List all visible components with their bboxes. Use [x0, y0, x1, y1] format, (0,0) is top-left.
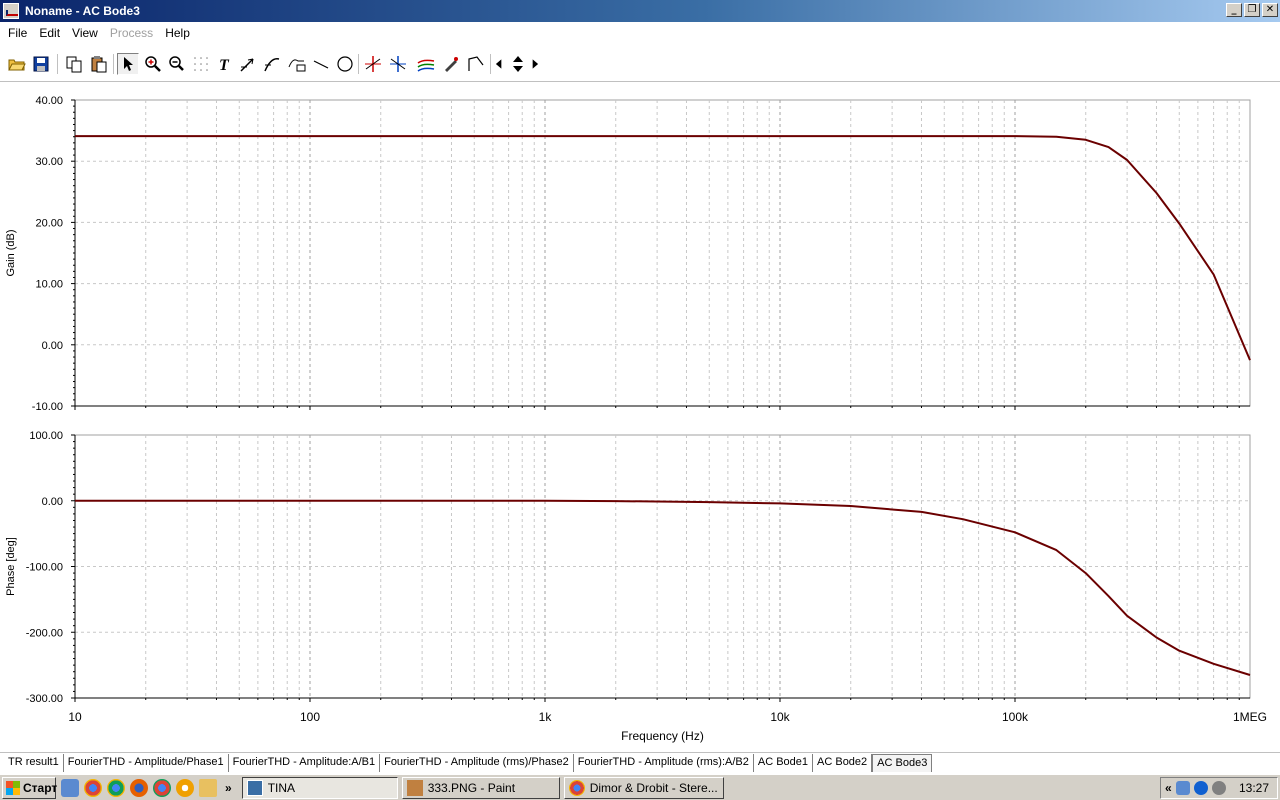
- copy-icon[interactable]: [63, 53, 85, 75]
- tab-tr-result1[interactable]: TR result1: [4, 754, 64, 772]
- grid-icon[interactable]: [190, 53, 212, 75]
- cursor-b-icon[interactable]: [387, 53, 409, 75]
- y-tick-label: 40.00: [35, 95, 63, 107]
- y-tick-label: -100.00: [26, 562, 63, 574]
- x-axis-label: Frequency (Hz): [621, 729, 704, 743]
- media-player-quicklaunch-icon[interactable]: [176, 778, 194, 797]
- y-tick-label: 20.00: [35, 217, 63, 229]
- curve-tool-icon[interactable]: [261, 53, 283, 75]
- x-tick-label: 100: [300, 710, 320, 724]
- y-tick-label: 100.00: [29, 430, 63, 442]
- start-button[interactable]: Старт: [2, 776, 58, 799]
- y-axis-label: Gain (dB): [5, 229, 17, 276]
- nav-updown-icon[interactable]: [507, 53, 529, 75]
- y-tick-label: 0.00: [42, 340, 63, 352]
- chrome-quicklaunch-icon-3[interactable]: [153, 778, 171, 797]
- y-tick-label: 30.00: [35, 156, 63, 168]
- result-tabs: TR result1 FourierTHD - Amplitude/Phase1…: [0, 752, 1280, 772]
- y-tick-label: -200.00: [26, 627, 63, 639]
- clock: 13:27: [1238, 781, 1269, 795]
- arrow-tool-icon[interactable]: [237, 53, 259, 75]
- tab-ac-bode3[interactable]: AC Bode3: [872, 754, 933, 772]
- tray-chevron[interactable]: «: [1165, 781, 1172, 795]
- menu-edit[interactable]: Edit: [33, 26, 66, 40]
- y-axis-label: Phase [deg]: [5, 537, 17, 596]
- title-bar[interactable]: Noname - AC Bode3 _ ❐ ✕: [0, 0, 1280, 22]
- tab-fourier-amp-phase1[interactable]: FourierTHD - Amplitude/Phase1: [64, 754, 229, 772]
- tab-fourier-rms-ab2[interactable]: FourierTHD - Amplitude (rms):A/B2: [574, 754, 754, 772]
- menu-process: Process: [109, 26, 154, 40]
- save-icon[interactable]: [30, 53, 52, 75]
- firefox-quicklaunch-icon[interactable]: [130, 778, 148, 797]
- y-tick-label: 10.00: [35, 279, 63, 291]
- chrome-quicklaunch-icon-2[interactable]: [107, 778, 125, 797]
- volume-icon[interactable]: [1211, 781, 1226, 795]
- text-icon[interactable]: T: [214, 53, 236, 75]
- start-label: Старт: [23, 780, 58, 795]
- bluetooth-icon[interactable]: [1193, 781, 1208, 795]
- app-icon[interactable]: [3, 3, 19, 19]
- x-tick-label: 100k: [1002, 710, 1029, 724]
- x-tick-label: 10: [68, 710, 82, 724]
- x-tick-label: 1k: [539, 710, 553, 724]
- tina-icon: [246, 779, 263, 796]
- close-button[interactable]: ✕: [1262, 3, 1278, 17]
- task-chrome-label: Dimor & Drobit - Stere...: [589, 780, 718, 795]
- y-tick-label: -300.00: [26, 693, 63, 705]
- quicklaunch-overflow[interactable]: »: [225, 781, 232, 795]
- menu-view[interactable]: View: [66, 26, 104, 40]
- explorer-quicklaunch-icon[interactable]: [199, 778, 217, 797]
- tab-fourier-rms-phase2[interactable]: FourierTHD - Amplitude (rms)/Phase2: [380, 754, 574, 772]
- menu-file[interactable]: File: [2, 26, 33, 40]
- restore-button[interactable]: ❐: [1244, 3, 1260, 17]
- pen-icon[interactable]: [440, 53, 462, 75]
- bode-plot-svg[interactable]: 40.00 30.00 20.00 10.00 0.00 -10.00 Gain (dB) 1…: [0, 82, 1280, 752]
- label-tool-icon[interactable]: [286, 53, 308, 75]
- zoom-100-icon[interactable]: [166, 53, 188, 75]
- task-chrome[interactable]: Dimor & Drobit - Stere...: [563, 776, 724, 799]
- paint-icon: [406, 779, 423, 796]
- circle-icon[interactable]: [334, 53, 356, 75]
- zoom-in-icon[interactable]: [142, 53, 164, 75]
- task-paint[interactable]: 333.PNG - Paint: [401, 776, 560, 799]
- task-tina-label: TINA: [267, 780, 296, 795]
- windows-logo-icon: [6, 780, 20, 795]
- line-icon[interactable]: [310, 53, 332, 75]
- system-tray: « 13:27: [1160, 777, 1278, 799]
- tab-fourier-amp-ab1[interactable]: FourierTHD - Amplitude:A/B1: [229, 754, 381, 772]
- toolbar: T: [0, 44, 1280, 82]
- open-icon[interactable]: [6, 53, 28, 75]
- svg-text:T: T: [219, 57, 230, 73]
- desktop-quicklaunch-icon[interactable]: [61, 778, 79, 797]
- pointer-icon[interactable]: [117, 53, 139, 75]
- taskbar: Старт » TINA 333.PNG - Paint Dimor & Dro…: [0, 774, 1280, 800]
- bode-plot[interactable]: 40.00 30.00 20.00 10.00 0.00 -10.00 Gain (dB) 1…: [0, 82, 1280, 752]
- task-tina[interactable]: TINA: [241, 776, 398, 799]
- y-tick-label: -10.00: [32, 401, 63, 413]
- tab-ac-bode2[interactable]: AC Bode2: [813, 754, 873, 772]
- x-tick-label: 10k: [770, 710, 790, 724]
- menu-help[interactable]: Help: [159, 26, 196, 40]
- minimize-button[interactable]: _: [1226, 3, 1242, 17]
- network-icon[interactable]: [1175, 781, 1190, 795]
- chrome-icon: [568, 779, 585, 796]
- nav-left-icon[interactable]: [492, 53, 506, 75]
- cursor-a-icon[interactable]: [362, 53, 384, 75]
- paste-icon[interactable]: [88, 53, 110, 75]
- task-paint-label: 333.PNG - Paint: [427, 780, 516, 795]
- menu-bar: File Edit View Process Help: [0, 22, 1280, 44]
- marker-icon[interactable]: [465, 53, 487, 75]
- plot-frame: [74, 99, 1251, 407]
- chrome-quicklaunch-icon[interactable]: [84, 778, 102, 797]
- x-tick-label: 1MEG: [1233, 710, 1267, 724]
- window-title: Noname - AC Bode3: [25, 4, 140, 18]
- curve-select-icon[interactable]: [415, 53, 437, 75]
- tab-ac-bode1[interactable]: AC Bode1: [754, 754, 814, 772]
- y-tick-label: 0.00: [42, 496, 63, 508]
- nav-right-icon[interactable]: [528, 53, 542, 75]
